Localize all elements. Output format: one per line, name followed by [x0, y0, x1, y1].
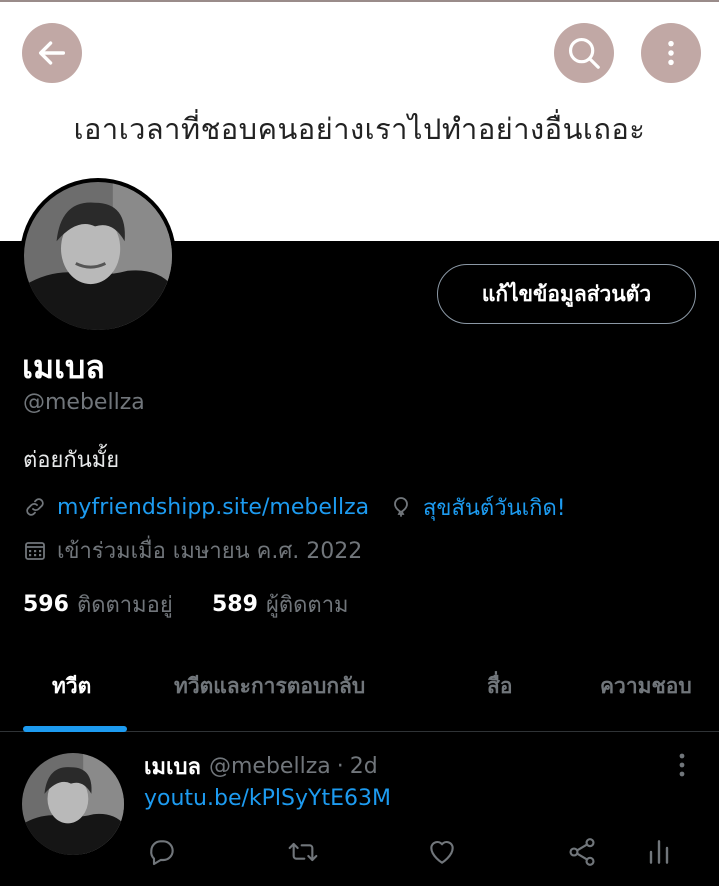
website-row: myfriendshipp.site/mebellza	[23, 492, 369, 522]
tweet-separator: ·	[336, 753, 344, 779]
tweet-author-name[interactable]: เมเบล	[144, 749, 201, 784]
avatar-image	[22, 753, 124, 855]
profile-handle: @mebellza	[23, 390, 145, 415]
tab-likes[interactable]: ความชอบ	[600, 670, 692, 703]
reply-button[interactable]	[146, 836, 178, 868]
share-button[interactable]	[566, 836, 598, 868]
reply-icon	[150, 840, 174, 866]
back-button[interactable]	[22, 23, 82, 83]
following-label: ติดตามอยู่	[76, 592, 173, 618]
banner-text: เอาเวลาที่ชอบคนอย่างเราไปทำอย่างอื่นเถอะ	[73, 112, 646, 146]
like-icon	[430, 840, 454, 864]
followers-count: 589	[212, 591, 258, 617]
tweet-time[interactable]: 2d	[350, 754, 378, 779]
tweet-author-handle[interactable]: @mebellza	[209, 754, 331, 779]
analytics-icon	[649, 840, 669, 864]
joined-row: เข้าร่วมเมื่อ เมษายน ค.ศ. 2022	[23, 535, 362, 565]
more-vertical-icon	[679, 753, 685, 777]
calendar-icon	[23, 538, 47, 562]
birthday-row: สุขสันต์วันเกิด!	[389, 492, 566, 522]
edit-profile-button[interactable]: แก้ไขข้อมูลส่วนตัว	[437, 264, 696, 324]
share-icon	[569, 838, 595, 866]
active-tab-indicator	[23, 726, 127, 732]
tab-media[interactable]: สื่อ	[487, 670, 512, 703]
profile-name: เมเบล	[22, 348, 105, 386]
followers-label: ผู้ติดตาม	[265, 592, 349, 618]
balloon-icon	[389, 495, 413, 519]
search-button[interactable]	[554, 23, 614, 83]
link-icon	[23, 495, 47, 519]
joined-date: เข้าร่วมเมื่อ เมษายน ค.ศ. 2022	[57, 538, 363, 564]
tweet-avatar[interactable]	[22, 753, 124, 855]
search-icon	[568, 37, 600, 69]
tab-tweets[interactable]: ทวีต	[52, 670, 91, 703]
following-count: 596	[23, 591, 69, 617]
following-stat[interactable]: 596 ติดตามอยู่	[23, 588, 173, 620]
avatar-image	[24, 182, 172, 330]
analytics-button[interactable]	[643, 836, 675, 868]
tweet-header: เมเบล @mebellza · 2d	[144, 750, 378, 782]
tab-tweets-replies[interactable]: ทวีตและการตอบกลับ	[174, 670, 365, 703]
profile-tabs: ทวีต ทวีตและการตอบกลับ สื่อ ความชอบ	[0, 650, 719, 732]
birthday-link[interactable]: สุขสันต์วันเกิด!	[423, 490, 566, 525]
profile-bio: ต่อยกันมั้ย	[23, 448, 120, 473]
tweet-link[interactable]: youtu.be/kPlSyYtE63M	[144, 786, 391, 811]
more-options-button[interactable]	[641, 23, 701, 83]
profile-avatar[interactable]	[20, 178, 176, 334]
retweet-button[interactable]	[287, 836, 319, 868]
arrow-left-icon	[38, 41, 66, 65]
retweet-icon	[288, 842, 318, 862]
more-vertical-icon	[668, 40, 674, 66]
like-button[interactable]	[426, 836, 458, 868]
tweet-more-button[interactable]	[670, 750, 694, 780]
website-link[interactable]: myfriendshipp.site/mebellza	[57, 495, 369, 520]
followers-stat[interactable]: 589 ผู้ติดตาม	[212, 588, 349, 620]
